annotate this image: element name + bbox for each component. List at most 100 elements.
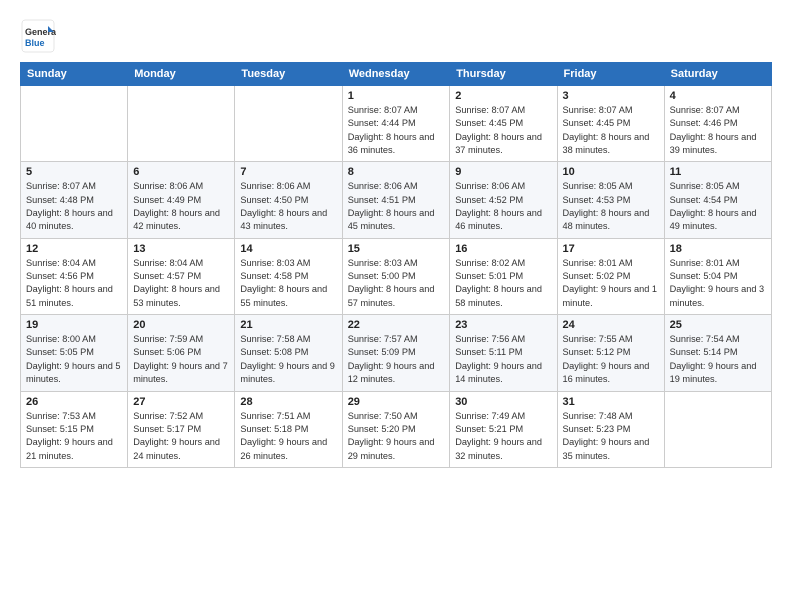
day-cell: 7Sunrise: 8:06 AM Sunset: 4:50 PM Daylig… [235, 162, 342, 238]
weekday-header-wednesday: Wednesday [342, 63, 450, 86]
week-row-3: 12 Sunrise: 8:04 AM Sunset: 4:56 PM Dayli… [21, 238, 772, 314]
week-row-5: 26 Sunrise: 7:53 AM Sunset: 5:15 PM Dayli… [21, 391, 772, 467]
day-number: 18 [670, 243, 766, 255]
weekday-header-saturday: Saturday [664, 63, 771, 86]
day-info: Sunrise: 7:56 AM Sunset: 5:11 PM Dayligh… [455, 333, 551, 386]
day-number: 22 [348, 319, 445, 331]
logo: General Blue [20, 18, 60, 54]
day-cell: 30 Sunrise: 7:49 AM Sunset: 5:21 PM Dayli… [450, 391, 557, 467]
day-info: Sunrise: 8:03 AM Sunset: 5:00 PM Dayligh… [348, 257, 445, 310]
weekday-header-sunday: Sunday [21, 63, 128, 86]
day-info: Sunrise: 8:05 AM Sunset: 4:53 PM Dayligh… [563, 180, 659, 233]
day-number: 10 [563, 166, 659, 178]
day-number: 26 [26, 396, 122, 408]
day-number: 6 [133, 166, 229, 178]
day-number: 15 [348, 243, 445, 255]
day-info: Sunrise: 7:57 AM Sunset: 5:09 PM Dayligh… [348, 333, 445, 386]
day-cell: 27Sunrise: 7:52 AM Sunset: 5:17 PM Dayli… [128, 391, 235, 467]
day-info: Sunrise: 7:52 AM Sunset: 5:17 PM Dayligh… [133, 410, 229, 463]
day-number: 17 [563, 243, 659, 255]
day-cell: 17 Sunrise: 8:01 AM Sunset: 5:02 PM Dayli… [557, 238, 664, 314]
day-number: 13 [133, 243, 229, 255]
day-cell: 25 Sunrise: 7:54 AM Sunset: 5:14 PM Dayli… [664, 315, 771, 391]
page: General Blue SundayMondayTuesdayWednesda… [0, 0, 792, 478]
day-cell [235, 86, 342, 162]
day-number: 28 [240, 396, 336, 408]
day-cell [664, 391, 771, 467]
day-info: Sunrise: 8:00 AM Sunset: 5:05 PM Dayligh… [26, 333, 122, 386]
day-info: Sunrise: 8:06 AM Sunset: 4:51 PM Dayligh… [348, 180, 445, 233]
day-cell: 21Sunrise: 7:58 AM Sunset: 5:08 PM Dayli… [235, 315, 342, 391]
day-info: Sunrise: 8:06 AM Sunset: 4:49 PM Dayligh… [133, 180, 229, 233]
day-info: Sunrise: 8:07 AM Sunset: 4:45 PM Dayligh… [563, 104, 659, 157]
day-cell: 20 Sunrise: 7:59 AM Sunset: 5:06 PM Dayli… [128, 315, 235, 391]
day-number: 11 [670, 166, 766, 178]
day-info: Sunrise: 8:05 AM Sunset: 4:54 PM Dayligh… [670, 180, 766, 233]
day-info: Sunrise: 8:01 AM Sunset: 5:04 PM Dayligh… [670, 257, 766, 310]
day-cell: 24 Sunrise: 7:55 AM Sunset: 5:12 PM Dayli… [557, 315, 664, 391]
week-row-1: 1Sunrise: 8:07 AM Sunset: 4:44 PM Daylig… [21, 86, 772, 162]
day-cell: 29 Sunrise: 7:50 AM Sunset: 5:20 PM Dayli… [342, 391, 450, 467]
day-number: 2 [455, 90, 551, 102]
day-cell: 2 Sunrise: 8:07 AM Sunset: 4:45 PM Daylig… [450, 86, 557, 162]
day-info: Sunrise: 7:54 AM Sunset: 5:14 PM Dayligh… [670, 333, 766, 386]
header: General Blue [20, 18, 772, 54]
day-cell: 3 Sunrise: 8:07 AM Sunset: 4:45 PM Daylig… [557, 86, 664, 162]
day-cell: 18 Sunrise: 8:01 AM Sunset: 5:04 PM Dayli… [664, 238, 771, 314]
week-row-2: 5 Sunrise: 8:07 AM Sunset: 4:48 PM Daylig… [21, 162, 772, 238]
day-info: Sunrise: 8:02 AM Sunset: 5:01 PM Dayligh… [455, 257, 551, 310]
svg-text:Blue: Blue [25, 38, 45, 48]
logo-icon: General Blue [20, 18, 56, 54]
day-info: Sunrise: 7:50 AM Sunset: 5:20 PM Dayligh… [348, 410, 445, 463]
day-number: 8 [348, 166, 445, 178]
day-info: Sunrise: 7:49 AM Sunset: 5:21 PM Dayligh… [455, 410, 551, 463]
day-number: 9 [455, 166, 551, 178]
day-number: 29 [348, 396, 445, 408]
day-cell: 8 Sunrise: 8:06 AM Sunset: 4:51 PM Daylig… [342, 162, 450, 238]
day-info: Sunrise: 7:58 AM Sunset: 5:08 PM Dayligh… [240, 333, 336, 386]
day-cell: 16Sunrise: 8:02 AM Sunset: 5:01 PM Dayli… [450, 238, 557, 314]
day-cell: 13 Sunrise: 8:04 AM Sunset: 4:57 PM Dayli… [128, 238, 235, 314]
day-number: 24 [563, 319, 659, 331]
day-number: 30 [455, 396, 551, 408]
day-cell: 15 Sunrise: 8:03 AM Sunset: 5:00 PM Dayli… [342, 238, 450, 314]
day-info: Sunrise: 8:04 AM Sunset: 4:57 PM Dayligh… [133, 257, 229, 310]
day-info: Sunrise: 8:04 AM Sunset: 4:56 PM Dayligh… [26, 257, 122, 310]
day-info: Sunrise: 8:01 AM Sunset: 5:02 PM Dayligh… [563, 257, 659, 310]
day-info: Sunrise: 8:06 AM Sunset: 4:50 PM Dayligh… [240, 180, 336, 233]
weekday-header-tuesday: Tuesday [235, 63, 342, 86]
day-cell: 14 Sunrise: 8:03 AM Sunset: 4:58 PM Dayli… [235, 238, 342, 314]
day-cell: 26 Sunrise: 7:53 AM Sunset: 5:15 PM Dayli… [21, 391, 128, 467]
day-info: Sunrise: 8:07 AM Sunset: 4:45 PM Dayligh… [455, 104, 551, 157]
day-number: 12 [26, 243, 122, 255]
day-info: Sunrise: 7:53 AM Sunset: 5:15 PM Dayligh… [26, 410, 122, 463]
day-info: Sunrise: 7:51 AM Sunset: 5:18 PM Dayligh… [240, 410, 336, 463]
day-info: Sunrise: 7:55 AM Sunset: 5:12 PM Dayligh… [563, 333, 659, 386]
day-cell: 9Sunrise: 8:06 AM Sunset: 4:52 PM Daylig… [450, 162, 557, 238]
day-number: 31 [563, 396, 659, 408]
day-info: Sunrise: 8:03 AM Sunset: 4:58 PM Dayligh… [240, 257, 336, 310]
day-number: 1 [348, 90, 445, 102]
day-number: 23 [455, 319, 551, 331]
day-number: 25 [670, 319, 766, 331]
day-cell: 19 Sunrise: 8:00 AM Sunset: 5:05 PM Dayli… [21, 315, 128, 391]
day-info: Sunrise: 8:07 AM Sunset: 4:48 PM Dayligh… [26, 180, 122, 233]
day-number: 20 [133, 319, 229, 331]
day-cell: 31Sunrise: 7:48 AM Sunset: 5:23 PM Dayli… [557, 391, 664, 467]
day-number: 3 [563, 90, 659, 102]
day-cell: 11 Sunrise: 8:05 AM Sunset: 4:54 PM Dayli… [664, 162, 771, 238]
day-number: 5 [26, 166, 122, 178]
day-cell: 12 Sunrise: 8:04 AM Sunset: 4:56 PM Dayli… [21, 238, 128, 314]
day-number: 19 [26, 319, 122, 331]
day-number: 4 [670, 90, 766, 102]
day-cell: 28 Sunrise: 7:51 AM Sunset: 5:18 PM Dayli… [235, 391, 342, 467]
weekday-header-monday: Monday [128, 63, 235, 86]
day-info: Sunrise: 8:07 AM Sunset: 4:46 PM Dayligh… [670, 104, 766, 157]
day-cell: 5 Sunrise: 8:07 AM Sunset: 4:48 PM Daylig… [21, 162, 128, 238]
day-number: 14 [240, 243, 336, 255]
day-cell: 10 Sunrise: 8:05 AM Sunset: 4:53 PM Dayli… [557, 162, 664, 238]
day-info: Sunrise: 7:59 AM Sunset: 5:06 PM Dayligh… [133, 333, 229, 386]
weekday-header-row: SundayMondayTuesdayWednesdayThursdayFrid… [21, 63, 772, 86]
day-cell: 4 Sunrise: 8:07 AM Sunset: 4:46 PM Daylig… [664, 86, 771, 162]
day-cell [128, 86, 235, 162]
